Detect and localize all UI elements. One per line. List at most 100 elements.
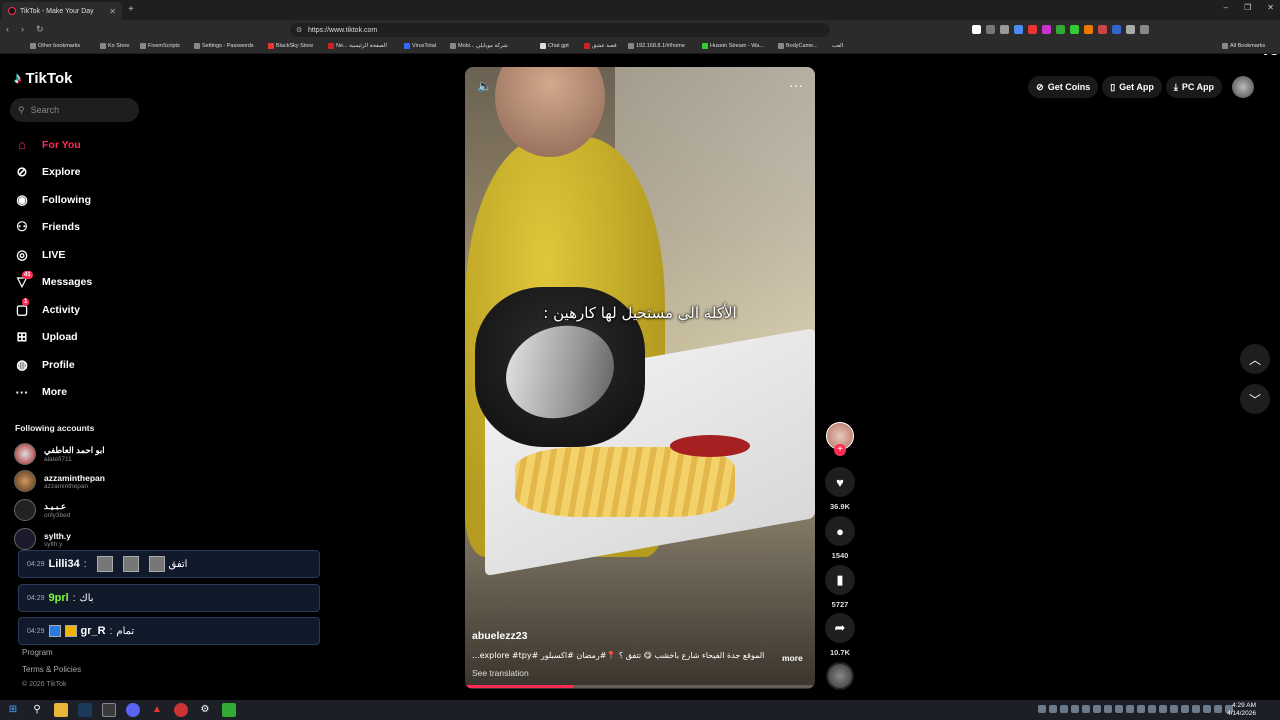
- bookmark-item[interactable]: Other bookmarks: [30, 43, 80, 49]
- sidebar-item-messages[interactable]: ▽ 41 Messages: [12, 269, 92, 297]
- search-input[interactable]: [30, 105, 121, 115]
- close-window-button[interactable]: ✕: [1267, 3, 1274, 12]
- extension-icon[interactable]: [1000, 25, 1009, 34]
- following-account[interactable]: ابو احمد العاطفي alatefi711: [14, 443, 105, 465]
- tray-icon[interactable]: [1071, 705, 1079, 713]
- bookmark-item[interactable]: قصة عشق: [584, 43, 617, 49]
- tray-icon[interactable]: [1082, 705, 1090, 713]
- video-player[interactable]: الأكلة الي مستحيل لها كارهين : 🔈 ··· abu…: [465, 67, 815, 689]
- bookmark-item[interactable]: Mobi... شركة موبايلي: [450, 43, 508, 49]
- tray-icon[interactable]: [1060, 705, 1068, 713]
- tray-icon[interactable]: [1148, 705, 1156, 713]
- extension-icon[interactable]: [1028, 25, 1037, 34]
- bookmark-item[interactable]: Ne... الصفحة الرئيسية: [328, 43, 387, 49]
- extension-icon[interactable]: [1042, 25, 1051, 34]
- tray-icon[interactable]: [1049, 705, 1057, 713]
- tray-icon[interactable]: [1159, 705, 1167, 713]
- url-bar[interactable]: ⚙ https://www.tiktok.com: [290, 23, 830, 37]
- tray-icon[interactable]: [1214, 705, 1222, 713]
- previous-video-button[interactable]: ︿: [1240, 344, 1270, 374]
- sidebar-item-upload[interactable]: ⊞ Upload: [12, 324, 92, 352]
- next-video-button[interactable]: ﹀: [1240, 384, 1270, 414]
- extension-icon[interactable]: [1126, 25, 1135, 34]
- comment-button[interactable]: ● 1540: [824, 516, 856, 560]
- browser-tab[interactable]: TikTok - Make Your Day ✕: [2, 2, 122, 20]
- app-icon[interactable]: [222, 703, 236, 717]
- forward-button[interactable]: ›: [21, 24, 24, 35]
- windows-start-icon[interactable]: ⊞: [6, 703, 20, 717]
- bookmark-item[interactable]: العب: [832, 43, 843, 49]
- volume-icon[interactable]: 🔈: [477, 79, 492, 93]
- bookmark-item[interactable]: Chat gpt: [540, 43, 569, 49]
- file-explorer-icon[interactable]: [54, 703, 68, 717]
- browser-icon[interactable]: [102, 703, 116, 717]
- minimize-button[interactable]: –: [1224, 3, 1228, 12]
- reload-button[interactable]: ↻: [36, 24, 44, 35]
- following-account[interactable]: sylth.y sylth.y: [14, 528, 71, 550]
- tray-icon[interactable]: [1192, 705, 1200, 713]
- tray-icon[interactable]: [1203, 705, 1211, 713]
- tray-icon[interactable]: [1115, 705, 1123, 713]
- extension-icon[interactable]: [1084, 25, 1093, 34]
- app-icon[interactable]: ▲: [150, 703, 164, 717]
- back-button[interactable]: ‹: [6, 24, 9, 35]
- tray-icon[interactable]: [1093, 705, 1101, 713]
- share-button[interactable]: ➦ 10.7K: [824, 613, 856, 657]
- sidebar-item-following[interactable]: ◉ Following: [12, 186, 92, 214]
- bookmark-item[interactable]: Ko Store: [100, 43, 129, 49]
- bookmark-item[interactable]: BlackSky Store: [268, 43, 313, 49]
- get-coins-button[interactable]: ⊘ Get Coins: [1028, 76, 1099, 98]
- sidebar-item-profile[interactable]: ◍ Profile: [12, 351, 92, 379]
- extension-icon[interactable]: [986, 25, 995, 34]
- settings-icon[interactable]: ⚙: [198, 703, 212, 717]
- tab-close-icon[interactable]: ✕: [109, 7, 116, 16]
- bookmark-button[interactable]: ▮ 5727: [824, 565, 856, 609]
- new-tab-button[interactable]: +: [128, 4, 134, 15]
- bookmark-item[interactable]: BodyCame...: [778, 43, 818, 49]
- video-author[interactable]: abuelezz23: [472, 630, 527, 642]
- tiktok-logo[interactable]: ♪ TikTok: [14, 70, 72, 87]
- see-translation-link[interactable]: See translation: [472, 668, 529, 678]
- following-account[interactable]: azzaminthepan azzaminthepan: [14, 470, 105, 492]
- tray-icon[interactable]: [1126, 705, 1134, 713]
- maximize-button[interactable]: ❐: [1244, 3, 1251, 12]
- extension-icon[interactable]: [1014, 25, 1023, 34]
- more-button[interactable]: more: [782, 653, 803, 663]
- sidebar-item-friends[interactable]: ⚇ Friends: [12, 214, 92, 242]
- tray-icon[interactable]: [1181, 705, 1189, 713]
- tray-icon[interactable]: [1038, 705, 1046, 713]
- user-avatar[interactable]: [1232, 76, 1254, 98]
- get-app-button[interactable]: ▯ Get App: [1102, 76, 1162, 98]
- search-icon[interactable]: ⚲: [30, 703, 44, 717]
- extension-icon[interactable]: [1098, 25, 1107, 34]
- search-box[interactable]: ⚲: [10, 98, 139, 122]
- tray-icon[interactable]: [1137, 705, 1145, 713]
- follow-plus-button[interactable]: +: [834, 444, 846, 456]
- bookmark-item[interactable]: VirusTotal: [404, 43, 436, 49]
- extension-icon[interactable]: [1140, 25, 1149, 34]
- app-icon[interactable]: [174, 703, 188, 717]
- pc-app-button[interactable]: ⤓ PC App: [1165, 76, 1222, 98]
- bookmark-item[interactable]: Husein Stream - Wa...: [702, 43, 764, 49]
- tray-icon[interactable]: [1170, 705, 1178, 713]
- footer-link-terms[interactable]: Terms & Policies: [22, 665, 81, 674]
- discord-icon[interactable]: [126, 703, 140, 717]
- sidebar-item-explore[interactable]: ⊘ Explore: [12, 159, 92, 187]
- video-progress-bar[interactable]: [465, 685, 815, 688]
- bookmark-item[interactable]: 192.168.8.1/#/home: [628, 43, 685, 49]
- sidebar-item-activity[interactable]: ▢ 1 Activity: [12, 296, 92, 324]
- footer-link-program[interactable]: Program: [22, 648, 53, 657]
- video-options-icon[interactable]: ···: [789, 77, 803, 93]
- site-info-icon[interactable]: ⚙: [296, 26, 302, 34]
- tray-icon[interactable]: [1104, 705, 1112, 713]
- extension-icon[interactable]: [1056, 25, 1065, 34]
- sound-disc-icon[interactable]: [826, 662, 854, 690]
- like-button[interactable]: ♥ 36.9K: [824, 467, 856, 511]
- following-account[interactable]: عـبـيـد only3bed: [14, 499, 70, 521]
- steam-icon[interactable]: [78, 703, 92, 717]
- all-bookmarks[interactable]: All Bookmarks: [1222, 43, 1265, 49]
- bookmark-item[interactable]: Settings - Passwords: [194, 43, 254, 49]
- sidebar-item-for-you[interactable]: ⌂ For You: [12, 131, 92, 159]
- bookmark-item[interactable]: FivemScripts: [140, 43, 180, 49]
- taskbar-clock[interactable]: 4:29 AM 4/14/2026: [1227, 702, 1256, 718]
